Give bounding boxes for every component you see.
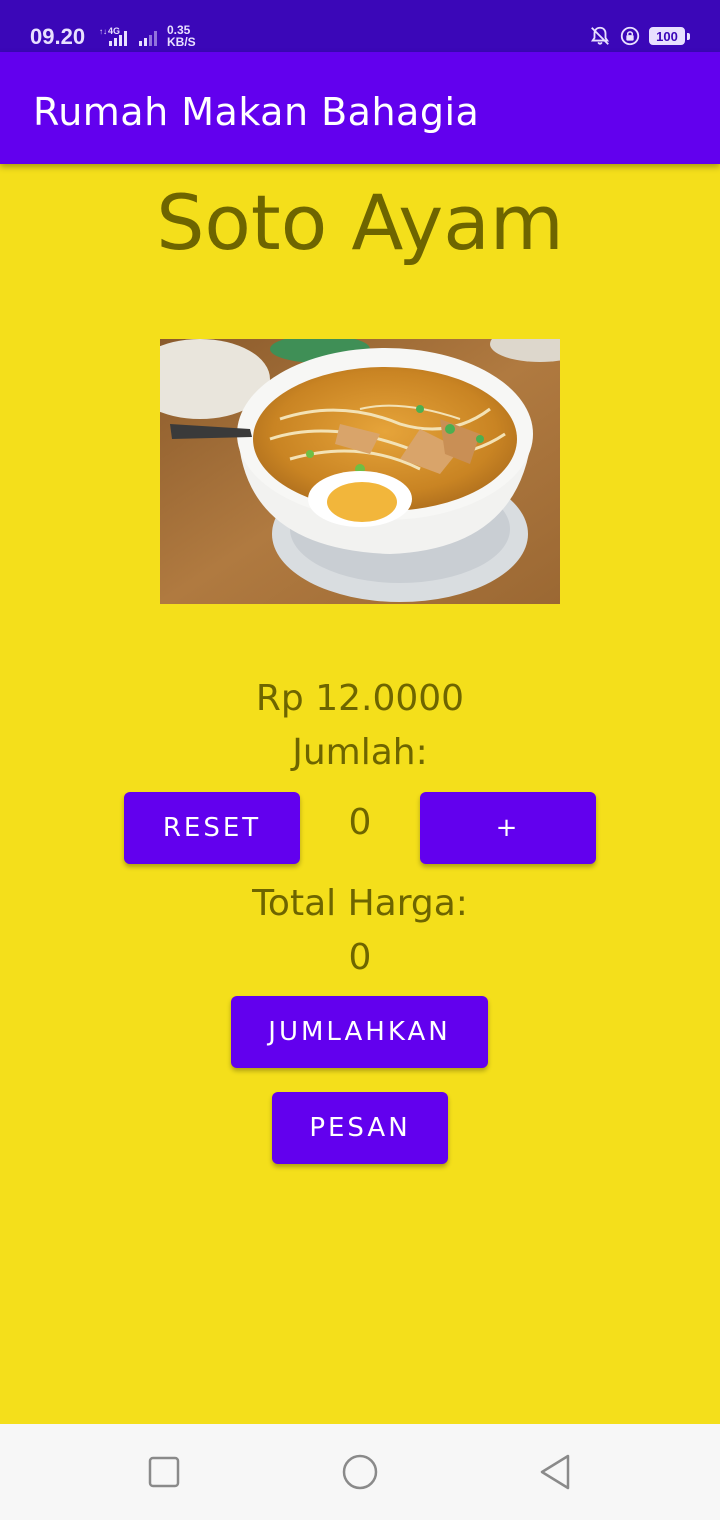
reset-button[interactable]: RESET [124,792,300,864]
recents-icon[interactable] [144,1452,184,1492]
rotation-lock-icon [620,26,640,46]
app-bar: Rumah Makan Bahagia [0,52,720,164]
food-title: Soto Ayam [156,178,564,267]
network-type: 4G [108,26,120,36]
navigation-bar [0,1424,720,1520]
order-button[interactable]: PESAN [272,1092,448,1164]
status-bar: 09.20 ↑↓ 4G 0.35 KB/S 100 [0,0,720,52]
status-time: 09.20 [30,24,86,49]
back-icon[interactable] [536,1452,576,1492]
bell-off-icon [590,26,610,45]
total-price-value: 0 [348,937,372,978]
network-speed: 0.35 KB/S [167,24,196,48]
calculate-button[interactable]: JUMLAHKAN [231,996,488,1068]
battery-tip [687,32,690,40]
signal-icon: ↑↓ 4G [99,26,157,46]
battery-icon: 100 [649,27,685,45]
quantity-label: Jumlah: [292,732,428,773]
price-text: Rp 12.0000 [255,678,465,719]
app-title: Rumah Makan Bahagia [33,90,480,134]
svg-text:↑↓: ↑↓ [99,27,107,36]
increment-button[interactable]: + [420,792,596,864]
quantity-value: 0 [348,802,372,843]
total-price-label: Total Harga: [252,883,468,924]
home-icon[interactable] [340,1452,380,1492]
soto-ayam-photo [160,339,560,604]
network-speed-unit: KB/S [167,35,196,49]
status-icons: 100 [589,24,690,48]
